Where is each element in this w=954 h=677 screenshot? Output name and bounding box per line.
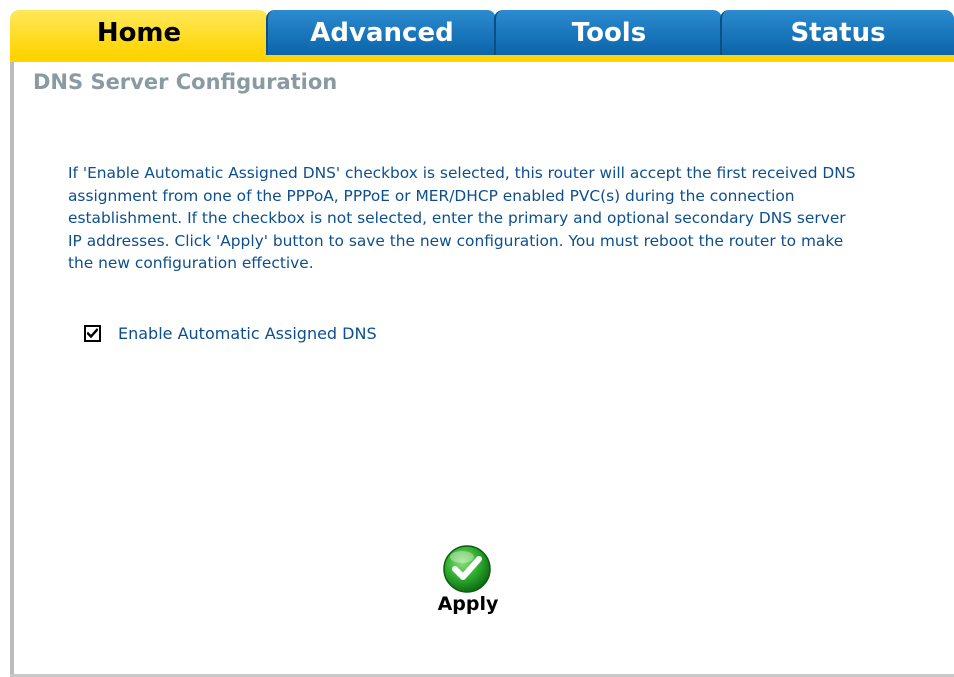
tab-status[interactable]: Status (720, 10, 954, 56)
auto-dns-checkbox[interactable] (84, 324, 101, 342)
auto-dns-row: Enable Automatic Assigned DNS (84, 322, 377, 344)
page-title: DNS Server Configuration (33, 70, 338, 94)
tab-home[interactable]: Home (10, 10, 268, 56)
tab-underline-divider (10, 55, 954, 62)
apply-button[interactable]: Apply (432, 544, 504, 620)
apply-label: Apply (437, 593, 499, 615)
description-text: If 'Enable Automatic Assigned DNS' check… (68, 164, 856, 273)
auto-dns-label: Enable Automatic Assigned DNS (118, 323, 377, 343)
main-tab-bar: Home Advanced Tools Status (10, 10, 954, 56)
tab-advanced[interactable]: Advanced (266, 10, 496, 56)
checkmark-icon (87, 327, 98, 338)
left-border (10, 62, 14, 677)
tab-tools[interactable]: Tools (494, 10, 722, 56)
checkmark-icon (443, 545, 491, 593)
